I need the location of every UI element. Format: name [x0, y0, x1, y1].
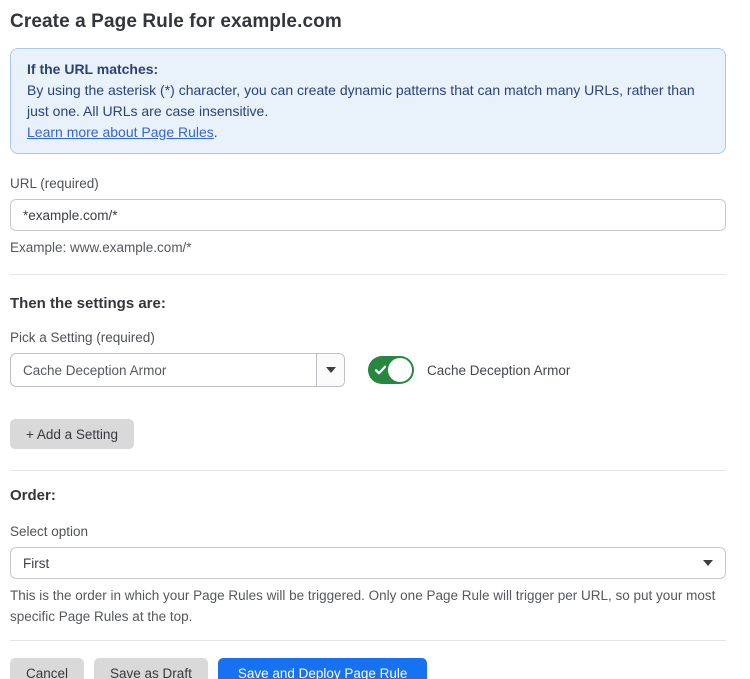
url-match-info-box: If the URL matches: By using the asteris… — [10, 48, 726, 154]
order-heading: Order: — [10, 487, 726, 505]
setting-picker-dropdown[interactable]: Cache Deception Armor — [10, 353, 345, 387]
divider — [10, 274, 726, 275]
info-box-body: By using the asterisk (*) character, you… — [27, 80, 709, 122]
divider — [10, 470, 726, 471]
add-setting-button[interactable]: + Add a Setting — [10, 419, 134, 449]
url-example-helper: Example: www.example.com/* — [10, 237, 726, 258]
divider — [10, 640, 726, 641]
order-select-label: Select option — [10, 524, 726, 540]
info-box-heading: If the URL matches: — [27, 59, 709, 80]
cancel-button[interactable]: Cancel — [10, 658, 84, 679]
chevron-down-icon — [703, 560, 713, 566]
setting-toggle-on[interactable] — [368, 356, 414, 384]
url-input[interactable] — [10, 199, 726, 231]
setting-picker-value: Cache Deception Armor — [11, 363, 316, 378]
footer-actions: Cancel Save as Draft Save and Deploy Pag… — [10, 658, 726, 679]
settings-heading: Then the settings are: — [10, 295, 726, 313]
page-title: Create a Page Rule for example.com — [10, 10, 726, 34]
learn-more-link[interactable]: Learn more about Page Rules — [27, 124, 214, 140]
save-draft-button[interactable]: Save as Draft — [94, 658, 208, 679]
pick-setting-label: Pick a Setting (required) — [10, 330, 726, 346]
create-page-rule-form: Create a Page Rule for example.com If th… — [0, 0, 750, 679]
order-select-value: First — [23, 556, 703, 571]
setting-toggle-label: Cache Deception Armor — [427, 363, 570, 378]
info-box-link-line: Learn more about Page Rules. — [27, 122, 709, 143]
setting-row: Cache Deception Armor Cache Deception Ar… — [10, 353, 726, 387]
check-icon — [374, 364, 387, 377]
save-deploy-button[interactable]: Save and Deploy Page Rule — [218, 658, 428, 679]
chevron-down-icon — [326, 367, 336, 373]
order-helper: This is the order in which your Page Rul… — [10, 585, 724, 627]
setting-picker-arrow-button[interactable] — [316, 354, 344, 386]
url-label: URL (required) — [10, 176, 726, 192]
order-select[interactable]: First — [10, 547, 726, 579]
toggle-knob — [388, 358, 412, 382]
link-suffix: . — [214, 124, 218, 140]
